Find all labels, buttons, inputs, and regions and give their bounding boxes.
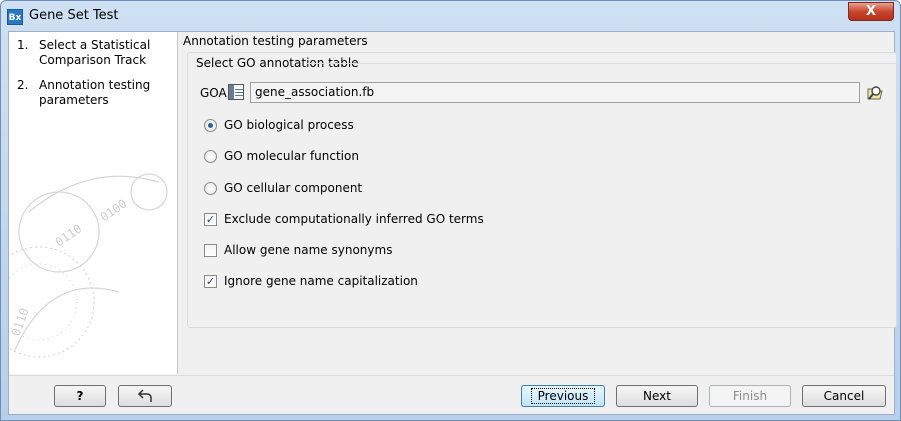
svg-text:0110: 0110 (9, 306, 32, 338)
goa-label: GOA (200, 86, 227, 100)
reset-button[interactable] (118, 385, 172, 407)
radio-label: GO biological process (224, 118, 354, 132)
undo-icon (137, 389, 152, 402)
checkbox-unchecked[interactable] (204, 243, 217, 257)
steps-list: 1. Select a Statistical Comparison Track… (17, 38, 177, 118)
close-icon: X (865, 4, 877, 19)
step-label: Select a Statistical Comparison Track (39, 38, 151, 67)
radio-biological-process[interactable]: GO biological process (204, 118, 354, 132)
goa-table-field[interactable]: gene_association.fb (250, 82, 860, 103)
checkbox-label: Exclude computationally inferred GO term… (224, 212, 484, 226)
dialog-body: 1. Select a Statistical Comparison Track… (8, 31, 897, 415)
radio-button[interactable] (204, 181, 217, 195)
window-title: Gene Set Test (29, 8, 119, 23)
finish-button[interactable]: Finish (709, 385, 791, 407)
cancel-button[interactable]: Cancel (802, 385, 886, 407)
radio-label: GO cellular component (224, 181, 363, 195)
radio-molecular-function[interactable]: GO molecular function (204, 149, 359, 163)
radio-button[interactable] (204, 118, 217, 132)
group-divider (306, 63, 896, 64)
title-bar: Bx Gene Set Test X (1, 1, 900, 31)
group-title: Annotation testing parameters (183, 34, 368, 48)
previous-label: Previous (530, 388, 596, 404)
close-button[interactable]: X (848, 2, 894, 21)
step-item: 1. Select a Statistical Comparison Track (17, 38, 177, 68)
step-number: 2. (17, 78, 29, 92)
svg-text:0110: 0110 (53, 221, 85, 249)
checkbox-checked[interactable]: ✓ (204, 274, 217, 288)
checkbox-ignore-capitalization[interactable]: ✓ Ignore gene name capitalization (204, 274, 418, 288)
dialog-window: Bx Gene Set Test X 1. Select a Statistic… (0, 0, 901, 421)
decorative-swirl: 0110 0100 0110 (9, 173, 168, 358)
radio-label: GO molecular function (224, 149, 359, 163)
step-label: Annotation testing parameters (39, 78, 151, 107)
step-number: 1. (17, 38, 29, 52)
wizard-steps-panel: 1. Select a Statistical Comparison Track… (9, 32, 178, 374)
radio-cellular-component[interactable]: GO cellular component (204, 181, 362, 195)
help-button[interactable]: ? (54, 385, 106, 407)
browse-icon[interactable] (866, 84, 884, 102)
svg-text:0100: 0100 (98, 196, 130, 224)
checkbox-allow-synonyms[interactable]: Allow gene name synonyms (204, 243, 392, 257)
button-bar: ? Previous Next Finish Cancel (9, 375, 894, 415)
checkbox-exclude-inferred[interactable]: ✓ Exclude computationally inferred GO te… (204, 212, 484, 226)
app-icon: Bx (7, 9, 23, 25)
annotation-group-box: Select GO annotation table GOA gene_asso… (187, 52, 897, 328)
next-button[interactable]: Next (616, 385, 698, 407)
previous-button[interactable]: Previous (521, 385, 605, 407)
checkbox-label: Allow gene name synonyms (224, 243, 393, 257)
radio-button[interactable] (204, 149, 217, 163)
checkbox-label: Ignore gene name capitalization (224, 274, 418, 288)
table-icon (228, 84, 244, 100)
step-item: 2. Annotation testing parameters (17, 78, 177, 108)
checkbox-checked[interactable]: ✓ (204, 212, 217, 226)
parameters-panel: Annotation testing parameters Select GO … (179, 32, 897, 374)
